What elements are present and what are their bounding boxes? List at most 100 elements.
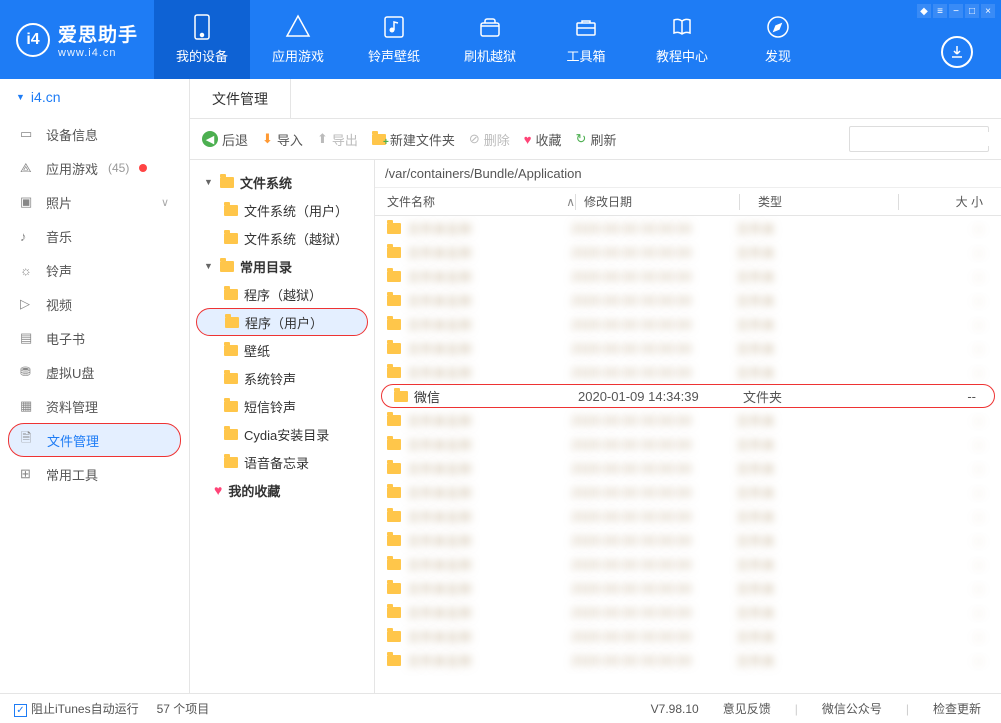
- delete-icon: ⊘: [469, 131, 480, 147]
- table-row[interactable]: 文件夹名称2020-00-00 00:00:00文件夹--: [375, 360, 1001, 384]
- table-row[interactable]: 文件夹名称2020-00-00 00:00:00文件夹--: [375, 600, 1001, 624]
- table-row[interactable]: 文件夹名称2020-00-00 00:00:00文件夹--: [375, 288, 1001, 312]
- heart-icon: ♥: [214, 482, 222, 498]
- tree-cydia[interactable]: Cydia安装目录: [190, 420, 374, 448]
- table-row[interactable]: 文件夹名称2020-00-00 00:00:00文件夹--: [375, 648, 1001, 672]
- device-name[interactable]: i4.cn: [0, 79, 189, 115]
- folder-icon: [224, 457, 238, 468]
- nav-apps[interactable]: 应用游戏: [250, 0, 346, 79]
- table-row[interactable]: 文件夹名称2020-00-00 00:00:00文件夹--: [375, 432, 1001, 456]
- nav-wallpaper[interactable]: 铃声壁纸: [346, 0, 442, 79]
- folder-icon: [394, 391, 408, 402]
- wechat-link[interactable]: 微信公众号: [816, 700, 888, 717]
- back-button[interactable]: ◀后退: [202, 130, 248, 149]
- col-type[interactable]: 类型: [748, 193, 898, 210]
- back-icon: ◀: [202, 131, 218, 147]
- table-row[interactable]: 文件夹名称2020-00-00 00:00:00文件夹--: [375, 312, 1001, 336]
- table-row[interactable]: 文件夹名称2020-00-00 00:00:00文件夹--: [375, 480, 1001, 504]
- folder-icon: [224, 205, 238, 216]
- tree-wallpaper[interactable]: 壁纸: [190, 336, 374, 364]
- logo-icon: i4: [16, 23, 50, 57]
- nav-tutorial[interactable]: 教程中心: [634, 0, 730, 79]
- tree-sms-ring[interactable]: 短信铃声: [190, 392, 374, 420]
- item-count: 57 个项目: [157, 700, 210, 717]
- sidebar-item-7[interactable]: ⛃虚拟U盘: [8, 355, 181, 389]
- tree-voicememo[interactable]: 语音备忘录: [190, 448, 374, 476]
- apps-icon: [285, 14, 311, 40]
- app-title: 爱思助手: [58, 20, 138, 47]
- nav-my-device[interactable]: 我的设备: [154, 0, 250, 79]
- tree-program-user[interactable]: 程序（用户）: [196, 308, 368, 336]
- export-button[interactable]: ⬆导出: [317, 130, 358, 149]
- side-icon: ⊞: [20, 466, 36, 482]
- tree-fs-user[interactable]: 文件系统（用户）: [190, 196, 374, 224]
- win-close-button[interactable]: ×: [981, 4, 995, 18]
- table-row[interactable]: 文件夹名称2020-00-00 00:00:00文件夹--: [375, 504, 1001, 528]
- path-bar[interactable]: /var/containers/Bundle/Application: [375, 160, 1001, 188]
- nav-discover[interactable]: 发现: [730, 0, 826, 79]
- nav-flash[interactable]: 刷机越狱: [442, 0, 538, 79]
- sidebar-item-5[interactable]: ▷视频: [8, 287, 181, 321]
- search-field[interactable]: [856, 132, 1001, 146]
- sidebar-item-2[interactable]: ▣照片∨: [8, 185, 181, 219]
- sidebar-item-9[interactable]: 🗎文件管理: [8, 423, 181, 457]
- feedback-link[interactable]: 意见反馈: [717, 700, 777, 717]
- sidebar-item-1[interactable]: ⟁应用游戏(45): [8, 151, 181, 185]
- win-theme-button[interactable]: ◆: [917, 4, 931, 18]
- table-row[interactable]: 文件夹名称2020-00-00 00:00:00文件夹--: [375, 264, 1001, 288]
- win-menu-button[interactable]: ≡: [933, 4, 947, 18]
- folder-icon: +: [372, 134, 386, 145]
- tree-system-ring[interactable]: 系统铃声: [190, 364, 374, 392]
- flash-icon: [477, 14, 503, 40]
- folder-tree: ▼文件系统 文件系统（用户） 文件系统（越狱） ▼常用目录 程序（越狱） 程序（…: [190, 160, 375, 693]
- table-row[interactable]: 文件夹名称2020-00-00 00:00:00文件夹--: [375, 624, 1001, 648]
- nav-toolbox[interactable]: 工具箱: [538, 0, 634, 79]
- update-link[interactable]: 检查更新: [927, 700, 987, 717]
- sidebar-item-10[interactable]: ⊞常用工具: [8, 457, 181, 491]
- delete-button[interactable]: ⊘删除: [469, 130, 510, 149]
- sidebar-item-3[interactable]: ♪音乐: [8, 219, 181, 253]
- search-input[interactable]: 🔍: [849, 126, 989, 152]
- table-row[interactable]: 文件夹名称2020-00-00 00:00:00文件夹--: [375, 336, 1001, 360]
- table-row[interactable]: 文件夹名称2020-00-00 00:00:00文件夹--: [375, 576, 1001, 600]
- heart-icon: ♥: [524, 132, 532, 147]
- sidebar-item-4[interactable]: ☼铃声: [8, 253, 181, 287]
- col-name[interactable]: 文件名称∧: [375, 193, 575, 210]
- device-sidebar: i4.cn ▭设备信息⟁应用游戏(45)▣照片∨♪音乐☼铃声▷视频▤电子书⛃虚拟…: [0, 79, 190, 693]
- folder-icon: [225, 317, 239, 328]
- app-header: i4 爱思助手 www.i4.cn 我的设备 应用游戏 铃声壁纸 刷机越狱 工具…: [0, 0, 1001, 79]
- win-maximize-button[interactable]: □: [965, 4, 979, 18]
- music-note-icon: [381, 14, 407, 40]
- download-button[interactable]: [941, 36, 973, 68]
- fav-button[interactable]: ♥收藏: [524, 130, 562, 149]
- sidebar-item-6[interactable]: ▤电子书: [8, 321, 181, 355]
- side-icon: ▣: [20, 194, 36, 210]
- table-row[interactable]: 文件夹名称2020-00-00 00:00:00文件夹--: [375, 528, 1001, 552]
- side-icon: ♪: [20, 229, 36, 244]
- table-row[interactable]: 文件夹名称2020-00-00 00:00:00文件夹--: [375, 408, 1001, 432]
- table-row[interactable]: 文件夹名称2020-00-00 00:00:00文件夹--: [375, 216, 1001, 240]
- win-minimize-button[interactable]: −: [949, 4, 963, 18]
- sidebar-item-0[interactable]: ▭设备信息: [8, 117, 181, 151]
- device-icon: [189, 14, 215, 40]
- new-folder-button[interactable]: +新建文件夹: [372, 130, 455, 149]
- folder-icon: [224, 345, 238, 356]
- itunes-checkbox[interactable]: ✓阻止iTunes自动运行: [14, 700, 139, 717]
- sidebar-item-8[interactable]: ▦资料管理: [8, 389, 181, 423]
- tree-group-common[interactable]: ▼常用目录: [190, 252, 374, 280]
- col-date[interactable]: 修改日期: [584, 193, 739, 210]
- tree-favorites[interactable]: ♥我的收藏: [190, 476, 374, 504]
- table-row[interactable]: 文件夹名称2020-00-00 00:00:00文件夹--: [375, 456, 1001, 480]
- table-row-wechat[interactable]: 微信2020-01-09 14:34:39文件夹--: [381, 384, 995, 408]
- table-row[interactable]: 文件夹名称2020-00-00 00:00:00文件夹--: [375, 552, 1001, 576]
- refresh-button[interactable]: ↻刷新: [576, 130, 617, 149]
- tree-fs-jailbreak[interactable]: 文件系统（越狱）: [190, 224, 374, 252]
- tab-file-manager[interactable]: 文件管理: [190, 79, 291, 118]
- tree-group-filesystem[interactable]: ▼文件系统: [190, 168, 374, 196]
- col-size[interactable]: 大 小: [907, 193, 1001, 210]
- folder-icon: [220, 177, 234, 188]
- tree-program-jb[interactable]: 程序（越狱）: [190, 280, 374, 308]
- table-row[interactable]: 文件夹名称2020-00-00 00:00:00文件夹--: [375, 240, 1001, 264]
- import-button[interactable]: ⬇导入: [262, 130, 303, 149]
- folder-icon: [224, 373, 238, 384]
